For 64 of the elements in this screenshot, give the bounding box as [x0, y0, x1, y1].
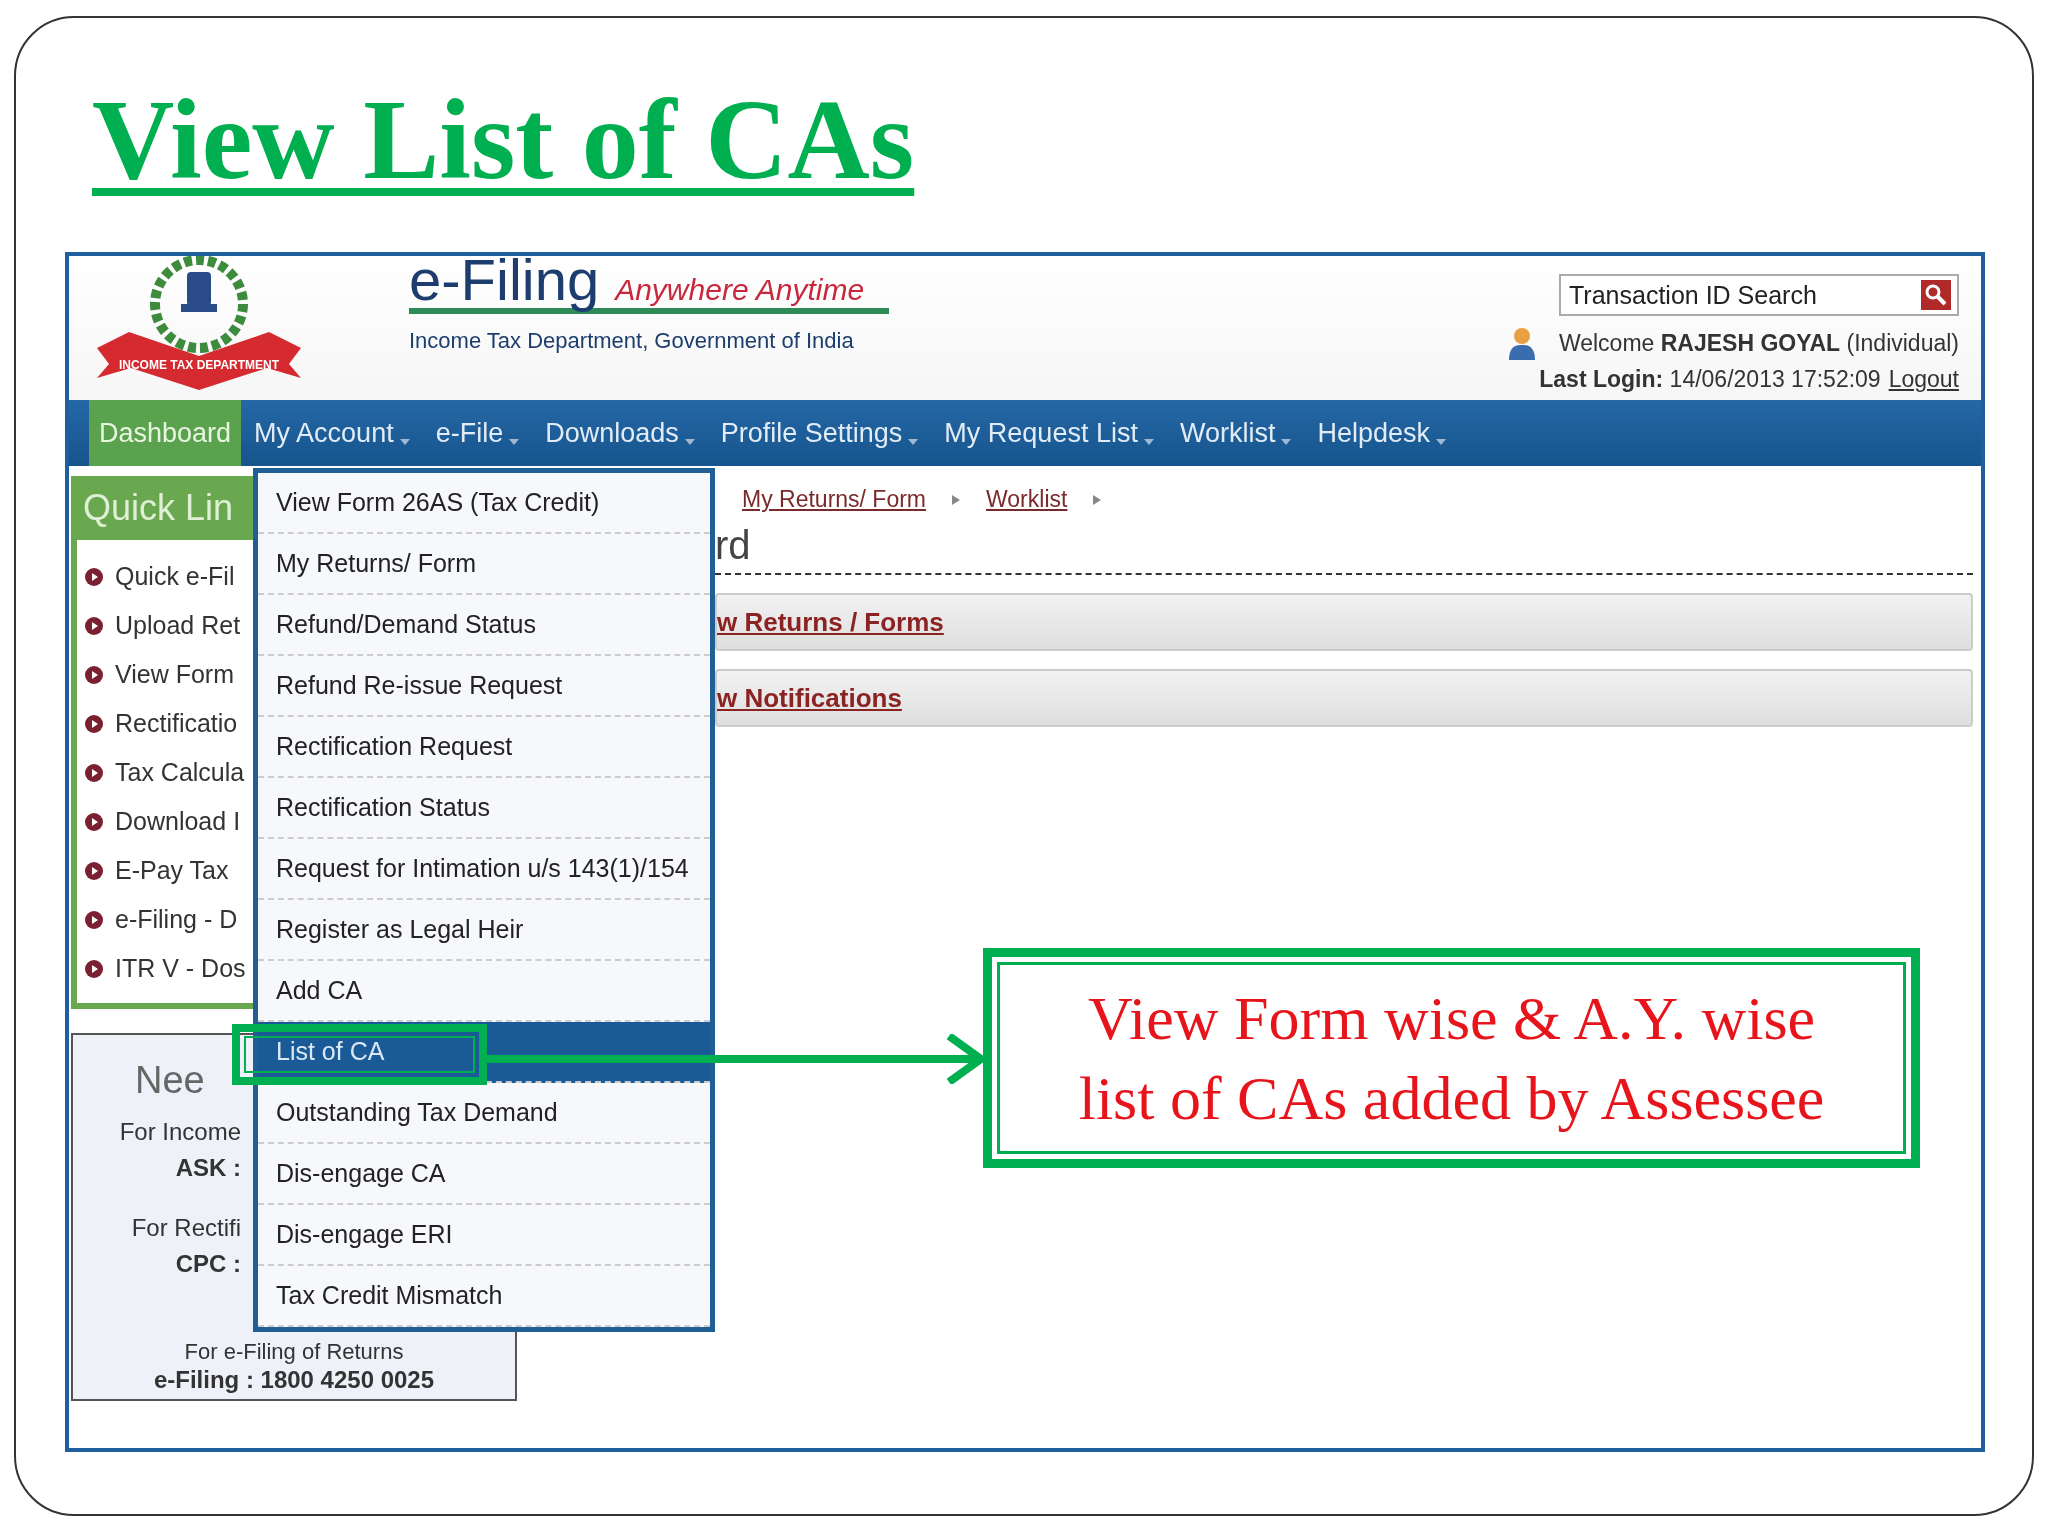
page-heading: rd [715, 521, 1973, 575]
menu-item[interactable]: Dis-engage ERI [258, 1205, 710, 1266]
quick-link[interactable]: e-Filing - D [115, 905, 238, 934]
bullet-icon [85, 763, 103, 782]
quick-link[interactable]: View Form [115, 660, 234, 689]
nav-tab[interactable]: My Request List [931, 400, 1167, 466]
quick-link[interactable]: E-Pay Tax [115, 856, 229, 885]
menu-item[interactable]: Tax Credit Mismatch [258, 1266, 710, 1327]
slide-title: View List of CAs [92, 80, 915, 200]
breadcrumb-link[interactable]: My Returns/ Form [742, 486, 927, 513]
helpline-number: e-Filing : 1800 4250 0025 [153, 1365, 435, 1395]
last-login-text: Last Login: 14/06/2013 17:52:09 [1539, 366, 1881, 393]
search-field[interactable]: Transaction ID Search [1559, 274, 1959, 316]
menu-item[interactable]: Refund Re-issue Request [258, 656, 710, 717]
help-text: CPC : [175, 1249, 241, 1279]
menu-item[interactable]: Outstanding Tax Demand [258, 1083, 710, 1144]
bullet-icon [85, 616, 103, 635]
breadcrumb-link[interactable]: Worklist [986, 486, 1068, 513]
help-text: For e-Filing of Returns [184, 1339, 404, 1365]
help-text: ASK : [175, 1153, 241, 1183]
menu-item[interactable]: My Returns/ Form [258, 534, 710, 595]
quick-link[interactable]: Upload Ret [115, 611, 241, 640]
menu-item[interactable]: Request for Intimation u/s 143(1)/154 [258, 839, 710, 900]
callout-text: View Form wise & A.Y. wise [1087, 983, 1816, 1054]
site-tagline: Anywhere Anytime [615, 273, 865, 307]
logout-link[interactable]: Logout [1888, 366, 1959, 393]
nav-tab[interactable]: My Account [241, 400, 423, 466]
quick-link[interactable]: Rectificatio [115, 709, 238, 738]
section-link[interactable]: w Returns / Forms [717, 606, 944, 638]
emblem-logo: INCOME TAX DEPARTMENT [89, 256, 309, 396]
bullet-icon [85, 910, 103, 929]
menu-item[interactable]: Rectification Status [258, 778, 710, 839]
quick-link[interactable]: ITR V - Dos [115, 954, 246, 983]
bullet-icon [85, 959, 103, 978]
arrow-icon [952, 494, 961, 505]
department-name: Income Tax Department, Government of India [409, 328, 855, 354]
bullet-icon [85, 665, 103, 684]
callout-text: list of CAs added by Assessee [1078, 1063, 1825, 1134]
nav-tab[interactable]: e-File [422, 400, 533, 466]
quick-link[interactable]: Download I [115, 807, 241, 836]
welcome-text: Welcome RAJESH GOYAL (Individual) [1558, 329, 1959, 357]
nav-tab[interactable]: Downloads [532, 400, 708, 466]
section-link[interactable]: w Notifications [717, 682, 902, 714]
help-text: For Income [119, 1117, 241, 1147]
site-brand: e-Filing [409, 248, 600, 312]
nav-tab[interactable]: Worklist [1166, 400, 1305, 466]
menu-item[interactable]: Rectification Request [258, 717, 710, 778]
search-icon[interactable] [1921, 280, 1951, 310]
help-text: For Rectifi [131, 1213, 241, 1243]
menu-item[interactable]: Register as Legal Heir [258, 900, 710, 961]
quick-link[interactable]: Quick e-Fil [115, 562, 235, 591]
bullet-icon [85, 861, 103, 880]
arrow-icon [1093, 494, 1102, 505]
panel-title: Nee [135, 1059, 205, 1102]
bullet-icon [85, 567, 103, 586]
nav-tab[interactable]: Helpdesk [1304, 400, 1459, 466]
user-icon [1506, 326, 1537, 360]
menu-item[interactable]: Refund/Demand Status [258, 595, 710, 656]
menu-item[interactable]: Dis-engage CA [258, 1144, 710, 1205]
quick-link[interactable]: Tax Calcula [115, 758, 245, 787]
bullet-icon [85, 714, 103, 733]
nav-tab[interactable]: Profile Settings [707, 400, 932, 466]
menu-item[interactable]: View Form 26AS (Tax Credit) [258, 473, 710, 534]
bullet-icon [85, 812, 103, 831]
